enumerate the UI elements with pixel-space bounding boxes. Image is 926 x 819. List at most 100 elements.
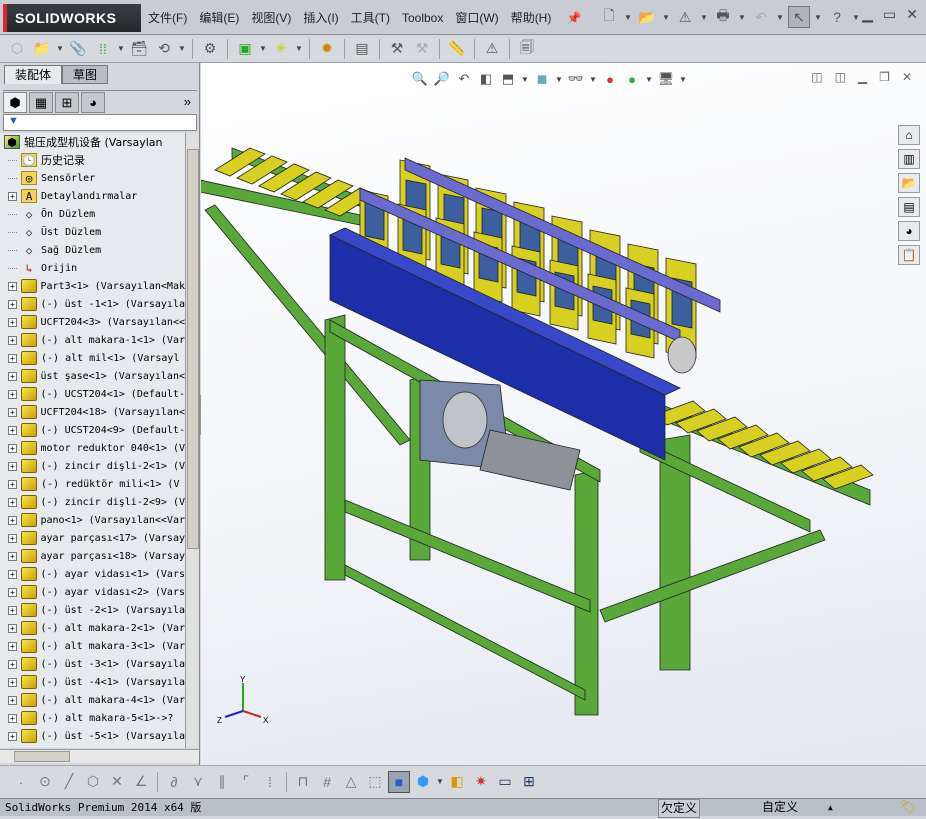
tree-vertical-scrollbar[interactable]	[185, 133, 199, 748]
new-motion-study-icon[interactable]: ✹	[316, 38, 338, 60]
insert-component-icon[interactable]: 📁	[31, 38, 53, 60]
tree-item[interactable]: + (-) UCST204<1> (Default-	[0, 385, 185, 403]
tree-item[interactable]: ◎ Sensörler	[0, 169, 185, 187]
tree-horizontal-scrollbar[interactable]	[0, 749, 199, 763]
tree-item[interactable]: + (-) ayar vidası<1> (Vars	[0, 565, 185, 583]
chevron-down-icon[interactable]: ▼	[178, 44, 186, 53]
apply-scene-icon[interactable]: ●	[623, 70, 641, 88]
custom-properties-icon[interactable]: 📋	[898, 245, 920, 265]
section-icon[interactable]: ◧	[446, 771, 468, 793]
help-icon[interactable]: ?	[826, 6, 848, 28]
tree-item[interactable]: + motor reduktor 040<1> (V	[0, 439, 185, 457]
chevron-down-icon[interactable]: ▼	[117, 44, 125, 53]
minimize-icon[interactable]: ▁	[858, 70, 867, 84]
home-icon[interactable]: ⌂	[898, 125, 920, 145]
expand-icon[interactable]: +	[8, 299, 17, 309]
graphics-area[interactable]: 🔍 🔎 ↶ ◧ ⬒ ▼ ◼ ▼ 👓 ▼ ● ● ▼ 🖥 ▼ ◫ ◫ ▁ ❐ ✕ Y X Z	[201, 63, 926, 765]
tree-item[interactable]: + A Detaylandırmalar	[0, 187, 185, 205]
four-view-icon[interactable]: ⊞	[518, 771, 540, 793]
tree-item[interactable]: + (-) redüktör mili<1> (V	[0, 475, 185, 493]
perpendicular-icon[interactable]: ⋎	[187, 771, 209, 793]
tree-item[interactable]: + (-) üst -3<1> (Varsayıla	[0, 655, 185, 673]
tree-item[interactable]: + UCFT204<3> (Varsayılan<<	[0, 313, 185, 331]
chevron-down-icon[interactable]: ▼	[645, 75, 653, 84]
tree-item[interactable]: + (-) alt makara-3<1> (Var	[0, 637, 185, 655]
point-pattern-icon[interactable]: ⁞	[259, 771, 281, 793]
line-icon[interactable]: ╱	[58, 771, 80, 793]
expand-icon[interactable]: +	[8, 713, 17, 723]
tree-item[interactable]: ⬢ 辊压成型机设备 (Varsaylan	[0, 133, 185, 151]
parallel-icon[interactable]: ∥	[211, 771, 233, 793]
menu-help[interactable]: 帮助(H)	[511, 9, 552, 26]
expand-icon[interactable]: +	[8, 317, 17, 327]
undo-icon[interactable]: ↶	[750, 6, 772, 28]
interference-detection-icon[interactable]: 📏	[446, 38, 468, 60]
shaded-cube-icon[interactable]: ■	[388, 770, 410, 793]
view-settings-icon[interactable]: 🖥	[657, 70, 675, 88]
property-manager-tab-icon[interactable]: ▦	[29, 92, 53, 113]
print-icon[interactable]: 🖶	[712, 6, 734, 28]
chevron-down-icon[interactable]: ▼	[436, 777, 444, 786]
expand-icon[interactable]: +	[8, 389, 17, 399]
single-view-icon[interactable]: ▭	[494, 771, 516, 793]
tab-assembly[interactable]: 装配体	[4, 65, 63, 84]
tag-icon[interactable]: 🏷	[900, 799, 917, 816]
angle-icon[interactable]: ∠	[130, 771, 152, 793]
minimize-icon[interactable]: ▁	[862, 6, 873, 23]
chevron-down-icon[interactable]: ▼	[555, 75, 563, 84]
mate-icon[interactable]: 📎	[67, 38, 89, 60]
tab-sketch[interactable]: 草图	[62, 65, 109, 84]
trim-icon[interactable]: ✕	[106, 771, 128, 793]
tree-item[interactable]: ◇ Sağ Düzlem	[0, 241, 185, 259]
polygon-icon[interactable]: ⬡	[82, 771, 104, 793]
hide-show-items-icon[interactable]: 👓	[567, 70, 585, 88]
configuration-manager-tab-icon[interactable]: ⊞	[55, 92, 79, 113]
restore-icon[interactable]: ❐	[879, 70, 890, 84]
tree-item[interactable]: + (-) alt makara-2<1> (Var	[0, 619, 185, 637]
assembly-features-icon[interactable]: ▣	[234, 38, 256, 60]
new-document-icon[interactable]: 🗋	[598, 6, 620, 28]
tree-item[interactable]: ◇ Ön Düzlem	[0, 205, 185, 223]
chevron-down-icon[interactable]: ▼	[662, 13, 670, 22]
expand-icon[interactable]: +	[8, 623, 17, 633]
tree-item[interactable]: + ayar parçası<17> (Varsay	[0, 529, 185, 547]
tree-item[interactable]: 🕒 历史记录	[0, 151, 185, 169]
chevron-down-icon[interactable]: ▼	[814, 13, 822, 22]
expand-icon[interactable]: +	[8, 443, 17, 453]
explode-line-sketch-icon[interactable]: ⚒	[411, 38, 433, 60]
section-view-icon[interactable]: ◧	[477, 70, 495, 88]
bill-of-materials-icon[interactable]: ▤	[351, 38, 373, 60]
tree-item[interactable]: + üst şase<1> (Varsayılan<	[0, 367, 185, 385]
move-component-icon[interactable]: ⟲	[153, 38, 175, 60]
exploded-view-icon[interactable]: ⚒	[386, 38, 408, 60]
tree-item[interactable]: + (-) alt makara-5<1>->?	[0, 709, 185, 727]
split-left-icon[interactable]: ◫	[811, 70, 822, 84]
reference-geometry-icon[interactable]: ✳	[270, 38, 292, 60]
expand-icon[interactable]: +	[8, 353, 17, 363]
appearances-icon[interactable]: ◕	[898, 221, 920, 241]
filter-icon[interactable]: ▼	[3, 114, 197, 131]
expand-icon[interactable]: +	[8, 677, 17, 687]
maximize-icon[interactable]: ▭	[883, 6, 896, 23]
grid-icon[interactable]: #	[316, 771, 338, 793]
chevron-down-icon[interactable]: ▼	[776, 13, 784, 22]
menu-tools[interactable]: 工具(T)	[351, 9, 390, 26]
menu-window[interactable]: 窗口(W)	[455, 9, 498, 26]
chevron-down-icon[interactable]: ▼	[259, 44, 267, 53]
tree-item[interactable]: + ayar parçası<18> (Varsay	[0, 547, 185, 565]
point-icon[interactable]: ·	[10, 771, 32, 793]
view-palette-icon[interactable]: ▤	[898, 197, 920, 217]
file-explorer-icon[interactable]: 📂	[898, 173, 920, 193]
design-library-icon[interactable]: ▥	[898, 149, 920, 169]
tree-item[interactable]: + (-) üst -4<1> (Varsayıla	[0, 673, 185, 691]
display-manager-tab-icon[interactable]: ◕	[81, 92, 105, 113]
expand-icon[interactable]: +	[8, 515, 17, 525]
tree-item[interactable]: + (-) üst -1<1> (Varsayıla	[0, 295, 185, 313]
instant3d-icon[interactable]: 🗐	[516, 38, 538, 60]
menu-toolbox[interactable]: Toolbox	[402, 11, 443, 25]
expand-icon[interactable]: +	[8, 731, 17, 741]
chevron-down-icon[interactable]: ▼	[624, 13, 632, 22]
tree-item[interactable]: + (-) zincir dişli-2<1> (V	[0, 457, 185, 475]
expand-icon[interactable]: +	[8, 479, 17, 489]
expand-icon[interactable]: +	[8, 605, 17, 615]
